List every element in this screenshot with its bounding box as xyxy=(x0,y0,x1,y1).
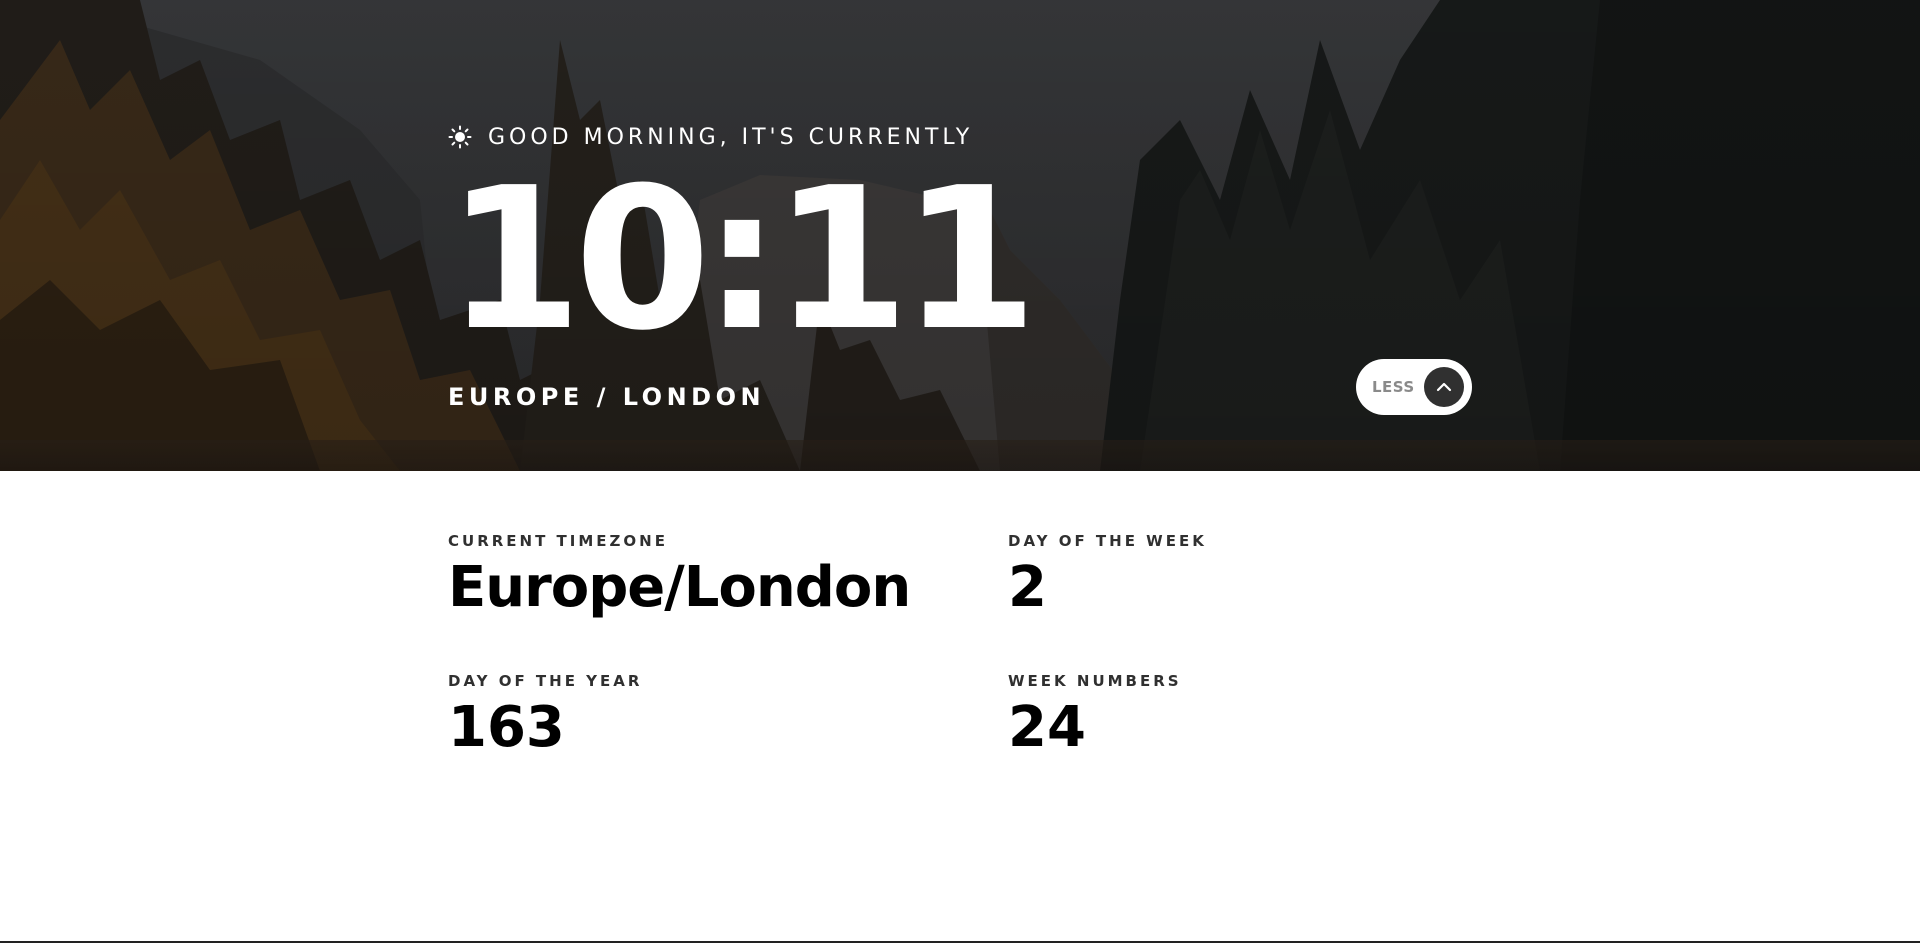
current-location: EUROPE / LONDON xyxy=(448,383,766,411)
day-of-year-value: 163 xyxy=(448,695,565,760)
less-toggle-button[interactable]: LESS xyxy=(1356,359,1472,415)
day-of-year-label: DAY OF THE YEAR xyxy=(448,672,643,690)
details-panel: CURRENT TIMEZONE Europe/London DAY OF TH… xyxy=(0,471,1920,944)
stat-timezone: CURRENT TIMEZONE Europe/London xyxy=(448,532,911,620)
chevron-up-icon xyxy=(1436,382,1452,392)
day-of-week-value: 2 xyxy=(1008,555,1047,620)
week-number-value: 24 xyxy=(1008,695,1086,760)
timezone-label: CURRENT TIMEZONE xyxy=(448,532,668,550)
hero-section: GOOD MORNING, IT'S CURRENTLY 10:11 EUROP… xyxy=(0,0,1920,471)
week-number-label: WEEK NUMBERS xyxy=(1008,672,1182,690)
stat-week-number: WEEK NUMBERS 24 xyxy=(1008,672,1182,760)
toggle-label: LESS xyxy=(1372,378,1415,396)
current-time: 10:11 xyxy=(446,146,1038,374)
stat-day-of-year: DAY OF THE YEAR 163 xyxy=(448,672,642,760)
day-of-week-label: DAY OF THE WEEK xyxy=(1008,532,1207,550)
timezone-value: Europe/London xyxy=(448,555,911,620)
toggle-arrow-circle xyxy=(1424,367,1464,407)
stat-day-of-week: DAY OF THE WEEK 2 xyxy=(1008,532,1207,620)
bottom-divider xyxy=(0,941,1920,943)
